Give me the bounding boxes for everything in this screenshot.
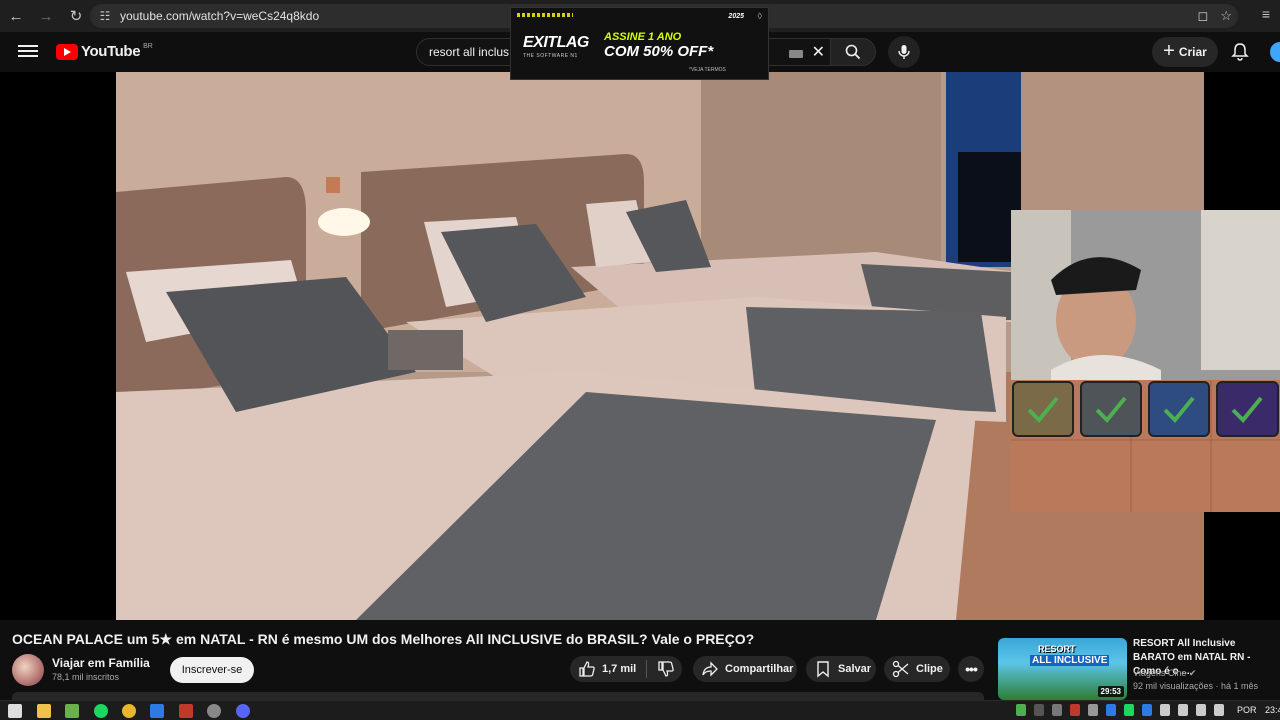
more-actions-button[interactable]: •••: [958, 656, 984, 682]
recommended-thumbnail[interactable]: RESORT ALL INCLUSIVE 29:53: [998, 638, 1127, 700]
chrome-icon[interactable]: [122, 704, 136, 718]
thumbnail-text-all-inclusive: ALL INCLUSIVE: [1030, 655, 1110, 666]
site-settings-icon[interactable]: ☷: [94, 5, 116, 27]
ad-stripe: [517, 13, 573, 17]
keyboard-icon[interactable]: [789, 50, 803, 58]
recommended-channel[interactable]: Viagens Cine ✔: [1133, 668, 1196, 679]
network-icon[interactable]: [1196, 704, 1206, 716]
description-box[interactable]: [12, 692, 984, 700]
tray-icon-3[interactable]: [1052, 704, 1062, 716]
app-icon-2[interactable]: [150, 704, 164, 718]
webcam-image: [1011, 210, 1280, 512]
ad-line1: ASSINE 1 ANO: [604, 31, 682, 43]
clip-label: Clipe: [916, 663, 943, 675]
tray-icon-2[interactable]: [1034, 704, 1044, 716]
ad-close-icon[interactable]: ◊: [758, 11, 762, 21]
clip-button[interactable]: Clipe: [884, 656, 950, 682]
app-icon-4[interactable]: [207, 704, 221, 718]
verified-icon: ✔: [1188, 668, 1197, 678]
thumbnail-text-resort: RESORT: [1038, 644, 1076, 654]
subscribe-button[interactable]: Inscrever-se: [170, 657, 254, 683]
clock[interactable]: 23:4: [1265, 705, 1280, 715]
volume-icon[interactable]: [1214, 704, 1224, 716]
like-dislike-group: 1,7 mil: [570, 656, 682, 682]
tray-icon-7[interactable]: [1124, 704, 1134, 716]
video-title: OCEAN PALACE um 5★ em NATAL - RN é mesmo…: [12, 631, 755, 647]
ad-banner[interactable]: 2025 ◊ EXITLAG THE SOFTWARE N1 ASSINE 1 …: [510, 7, 769, 80]
app-icon-1[interactable]: [65, 704, 79, 718]
bell-icon[interactable]: [1230, 42, 1250, 62]
scissors-icon: [892, 660, 909, 678]
url-text[interactable]: youtube.com/watch?v=weCs24q8kdo: [120, 9, 319, 23]
hamburger-icon[interactable]: [18, 42, 38, 62]
ad-terms: *VEJA TERMOS: [689, 67, 726, 73]
discord-icon[interactable]: [236, 704, 250, 718]
video-duration: 29:53: [1097, 686, 1124, 697]
cast-icon[interactable]: ◻: [1198, 8, 1209, 24]
video-player[interactable]: [0, 72, 1280, 620]
reload-icon[interactable]: ↻: [62, 2, 90, 30]
tray-icon-1[interactable]: [1016, 704, 1026, 716]
share-icon: [702, 661, 718, 677]
save-icon: [817, 661, 829, 678]
create-button[interactable]: + Criar: [1152, 37, 1218, 67]
channel-name[interactable]: Viajar em Família: [52, 656, 150, 670]
voice-search-button[interactable]: [888, 36, 920, 68]
file-explorer-icon[interactable]: [37, 704, 51, 718]
mic-icon: [898, 45, 910, 59]
youtube-logo[interactable]: YouTube BR: [56, 43, 153, 60]
tray-icon-9[interactable]: [1160, 704, 1170, 716]
country-code: BR: [143, 43, 153, 50]
more-icon: •••: [965, 661, 978, 677]
windows-taskbar: POR 23:4: [0, 700, 1280, 720]
menu-icon[interactable]: ≡: [1262, 6, 1270, 22]
ad-year: 2025: [728, 13, 744, 20]
tray-icon-4[interactable]: [1070, 704, 1080, 716]
subscriber-count: 78,1 mil inscritos: [52, 672, 120, 682]
language-indicator[interactable]: POR: [1237, 705, 1257, 715]
tray-icon-6[interactable]: [1106, 704, 1116, 716]
search-button[interactable]: [830, 38, 876, 66]
clear-search-icon[interactable]: ✕: [812, 42, 825, 62]
save-button[interactable]: Salvar: [806, 656, 876, 682]
tray-icon-8[interactable]: [1142, 704, 1152, 716]
plus-icon: +: [1163, 39, 1175, 62]
logo-text: YouTube: [81, 43, 141, 60]
like-separator: [646, 660, 648, 678]
like-count[interactable]: 1,7 mil: [602, 663, 636, 675]
windows-start-icon[interactable]: [8, 704, 22, 718]
back-icon[interactable]: ←: [2, 2, 30, 30]
save-label: Salvar: [838, 663, 872, 675]
star-icon[interactable]: ☆: [1220, 8, 1232, 24]
search-query[interactable]: resort all inclus: [429, 45, 509, 59]
create-label: Criar: [1178, 45, 1207, 59]
ad-brand: EXITLAG: [523, 34, 589, 51]
app-icon-3[interactable]: [179, 704, 193, 718]
youtube-play-icon: [56, 43, 78, 60]
recommended-channel-name: Viagens Cine: [1133, 668, 1187, 678]
ad-line2: COM 50% OFF*: [604, 43, 714, 60]
share-button[interactable]: Compartilhar: [693, 656, 797, 682]
forward-icon[interactable]: →: [32, 2, 60, 30]
ad-tagline: THE SOFTWARE N1: [523, 53, 578, 59]
dislike-icon[interactable]: [657, 660, 675, 678]
like-icon[interactable]: [578, 660, 596, 678]
tray-icon-10[interactable]: [1178, 704, 1188, 716]
spotify-icon[interactable]: [94, 704, 108, 718]
avatar-icon[interactable]: [1268, 40, 1280, 64]
share-label: Compartilhar: [725, 663, 794, 675]
recommended-meta: 92 mil visualizações · há 1 mês: [1133, 681, 1259, 691]
tray-icon-5[interactable]: [1088, 704, 1098, 716]
search-icon: [845, 44, 861, 60]
channel-avatar[interactable]: [12, 654, 44, 686]
webcam-overlay: [1011, 210, 1280, 512]
